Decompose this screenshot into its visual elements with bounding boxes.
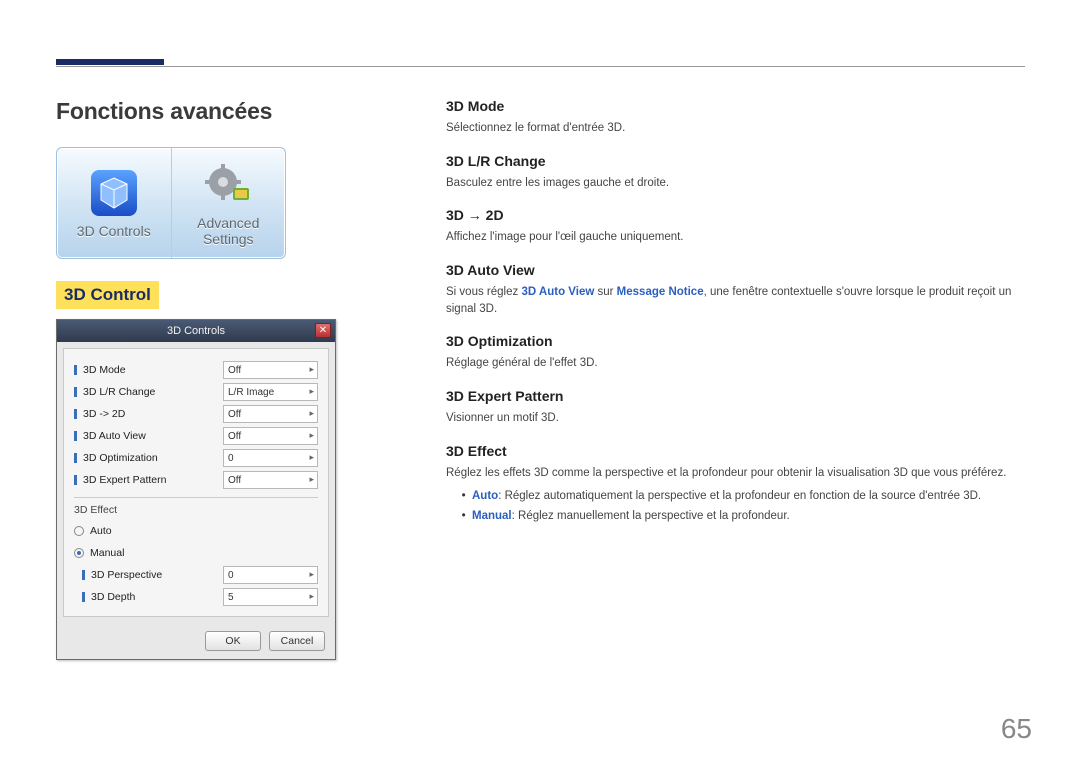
setting-row-3d-optimization: 3D Optimization0▸ [74, 447, 318, 469]
setting-row-3d-mode: 3D ModeOff▸ [74, 359, 318, 381]
options-body: 3D Mode Sélectionnez le format d'entrée 3… [386, 98, 1025, 723]
setting-row-3d-auto-view: 3D Auto ViewOff▸ [74, 425, 318, 447]
select-3d-expert-pattern[interactable]: Off▸ [223, 471, 318, 489]
option-heading: 3D Auto View [446, 262, 1025, 278]
radio-icon [74, 526, 84, 536]
setting-row-3d-depth: 3D Depth5▸ [74, 586, 318, 608]
page-number: 65 [1001, 713, 1032, 745]
top-rule-accent [56, 59, 164, 65]
dialog-titlebar[interactable]: 3D Controls ✕ [57, 320, 335, 342]
option-heading: 3D Mode [446, 98, 1025, 114]
menu-icon-bar: 3D Controls Advanced Settings [56, 147, 286, 259]
cube-3d-icon [88, 167, 140, 219]
chevron-right-icon: ▸ [309, 430, 314, 441]
radio-auto[interactable]: Auto [74, 520, 318, 542]
radio-icon [74, 548, 84, 558]
close-icon[interactable]: ✕ [315, 323, 331, 338]
dialog-title: 3D Controls [167, 325, 225, 337]
section-heading: 3D Control [56, 281, 159, 309]
option-bullet-list: Auto: Réglez automatiquement la perspect… [472, 487, 1025, 526]
option-bullet: Auto: Réglez automatiquement la perspect… [472, 487, 1025, 507]
option-heading: 3D Optimization [446, 333, 1025, 349]
option-heading: 3D → 2D [446, 207, 1025, 223]
chevron-right-icon: ▸ [309, 474, 314, 485]
stepper-3d-optimization[interactable]: 0▸ [223, 449, 318, 467]
menu-item-label: 3D Controls [77, 223, 151, 239]
option-bullet: Manual: Réglez manuellement la perspecti… [472, 507, 1025, 527]
chevron-right-icon: ▸ [309, 386, 314, 397]
select-3d-to-2d[interactable]: Off▸ [223, 405, 318, 423]
chevron-right-icon: ▸ [309, 569, 314, 580]
select-3d-mode[interactable]: Off▸ [223, 361, 318, 379]
setting-row-3d-to-2d: 3D -> 2DOff▸ [74, 403, 318, 425]
menu-item-advanced-settings[interactable]: Advanced Settings [171, 148, 286, 258]
cancel-button[interactable]: Cancel [269, 631, 325, 651]
option-description: Si vous réglez 3D Auto View sur Message … [446, 284, 1025, 317]
select-3d-lr-change[interactable]: L/R Image▸ [223, 383, 318, 401]
select-3d-auto-view[interactable]: Off▸ [223, 427, 318, 445]
group-label: 3D Effect [74, 497, 318, 516]
chevron-right-icon: ▸ [309, 452, 314, 463]
chevron-right-icon: ▸ [309, 408, 314, 419]
ok-button[interactable]: OK [205, 631, 261, 651]
chevron-right-icon: ▸ [309, 591, 314, 602]
option-description: Réglez les effets 3D comme la perspectiv… [446, 465, 1025, 482]
option-description: Visionner un motif 3D. [446, 410, 1025, 427]
option-heading: 3D Effect [446, 443, 1025, 459]
gear-icon [202, 159, 254, 211]
dialog-3d-controls: 3D Controls ✕ 3D ModeOff▸ 3D L/R ChangeL… [56, 319, 336, 660]
option-description: Basculez entre les images gauche et droi… [446, 175, 1025, 192]
option-description: Réglage général de l'effet 3D. [446, 355, 1025, 372]
option-heading: 3D Expert Pattern [446, 388, 1025, 404]
menu-item-label: Advanced Settings [197, 215, 259, 247]
page-title: Fonctions avancées [56, 98, 386, 125]
top-rule [56, 66, 1025, 67]
option-description: Affichez l'image pour l'œil gauche uniqu… [446, 229, 1025, 246]
setting-row-3d-lr-change: 3D L/R ChangeL/R Image▸ [74, 381, 318, 403]
stepper-3d-depth[interactable]: 5▸ [223, 588, 318, 606]
stepper-3d-perspective[interactable]: 0▸ [223, 566, 318, 584]
radio-manual[interactable]: Manual [74, 542, 318, 564]
chevron-right-icon: ▸ [309, 364, 314, 375]
menu-item-3d-controls[interactable]: 3D Controls [57, 148, 171, 258]
option-heading: 3D L/R Change [446, 153, 1025, 169]
option-description: Sélectionnez le format d'entrée 3D. [446, 120, 1025, 137]
setting-row-3d-perspective: 3D Perspective0▸ [74, 564, 318, 586]
setting-row-3d-expert-pattern: 3D Expert PatternOff▸ [74, 469, 318, 491]
